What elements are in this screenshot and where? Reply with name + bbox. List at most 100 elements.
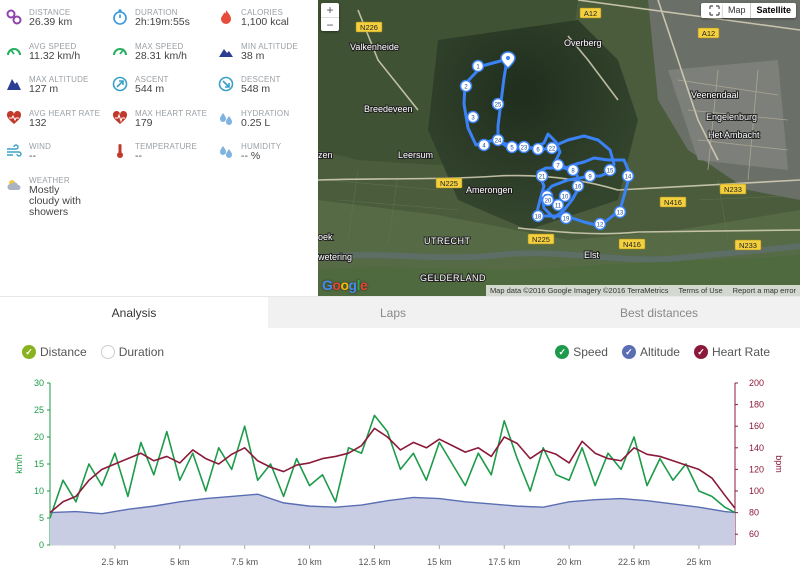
chart-canvas: 0 5 10 15 20 25 30 60 80 100 120 140 160 180 200 km/h bp… [14, 378, 784, 567]
svg-text:N233: N233 [724, 185, 742, 194]
place-label: wetering [318, 252, 352, 262]
route-marker: 21 [535, 169, 549, 183]
stat-value: Mostly cloudy with showers [29, 183, 81, 218]
unchecked-circle-icon [100, 345, 115, 359]
road-tag: N416 [659, 196, 687, 208]
route-map[interactable]: 1234567891011121314151617181920212223242… [318, 0, 800, 296]
stopwatch-icon [112, 9, 128, 25]
stat-min-altitude: MIN ALTITUDE 38 m [212, 34, 318, 68]
stat-descent: DESCENT 548 m [212, 67, 318, 101]
tab-laps[interactable]: Laps [268, 297, 518, 329]
stat-max-altitude: MAX ALTITUDE 127 m [0, 67, 106, 101]
legend-series-speed[interactable]: ✓ Speed [555, 345, 608, 359]
report-map-error-link[interactable]: Report a map error [733, 285, 796, 296]
speedometer-icon [6, 43, 22, 59]
x-tick-label: 20 km [557, 557, 582, 567]
ascent-icon [112, 76, 128, 92]
svg-text:15: 15 [607, 168, 614, 174]
terms-of-use-link[interactable]: Terms of Use [678, 285, 722, 296]
svg-text:18: 18 [535, 214, 542, 220]
stat-value: 28.31 km/h [135, 49, 187, 62]
road-tag: N226 [355, 21, 383, 33]
route-marker: 8 [566, 163, 580, 177]
route-marker: 2 [459, 79, 473, 93]
route-marker: 7 [551, 158, 565, 172]
svg-text:12: 12 [597, 222, 604, 228]
stat-calories: CALORIES 1,100 kcal [212, 0, 318, 34]
legend-series-heart-rate[interactable]: ✓ Heart Rate [693, 345, 770, 359]
y-left-tick-label: 10 [34, 486, 44, 496]
map-type-satellite-button[interactable]: Satellite [750, 3, 796, 18]
stat-value: 38 m [241, 49, 265, 62]
route-marker: 18 [531, 209, 545, 223]
descent-icon [218, 76, 234, 92]
svg-text:N225: N225 [532, 235, 550, 244]
stat-label: TEMPERATURE [135, 142, 198, 151]
legend-series-altitude[interactable]: ✓ Altitude [621, 345, 680, 359]
svg-text:25: 25 [495, 102, 502, 108]
y-right-tick-label: 60 [749, 529, 759, 539]
analysis-chart: 0 5 10 15 20 25 30 60 80 100 120 140 160 180 200 km/h bp… [0, 372, 800, 577]
stats-panel: DISTANCE 26.39 km DURATION 2h:19m:55s CALORI… [0, 0, 318, 296]
distance-icon [6, 9, 22, 25]
road-tag: A12 [579, 7, 602, 19]
map-type-control: Map Satellite [722, 3, 796, 18]
stat-value: 127 m [29, 83, 59, 95]
y-left-tick-label: 20 [34, 432, 44, 442]
svg-text:N225: N225 [440, 179, 458, 188]
x-tick-label: 15 km [427, 557, 452, 567]
svg-text:N226: N226 [360, 23, 378, 32]
legend-toggle-duration[interactable]: Duration [100, 345, 164, 359]
place-label: zen [318, 150, 333, 160]
check-icon: ✓ [22, 345, 36, 359]
map-canvas[interactable]: 1234567891011121314151617181920212223242… [318, 0, 800, 296]
route-marker: 22 [545, 141, 559, 155]
y-right-tick-label: 140 [749, 443, 764, 453]
stat-max-speed: MAX SPEED 28.31 km/h [106, 34, 212, 68]
svg-text:10: 10 [562, 194, 569, 200]
y-left-tick-label: 0 [39, 540, 44, 550]
map-attribution: Map data ©2016 Google Imagery ©2016 Terr… [485, 285, 800, 296]
svg-text:A12: A12 [584, 9, 597, 18]
flame-icon [218, 9, 234, 25]
zoom-in-button[interactable]: + [321, 3, 339, 17]
y-right-tick-label: 200 [749, 378, 764, 388]
x-tick-label: 25 km [687, 557, 712, 567]
svg-text:24: 24 [495, 138, 502, 144]
stat-temperature: TEMPERATURE -- [106, 134, 212, 168]
stat-value: 0.25 L [241, 116, 271, 129]
tab-best-distances[interactable]: Best distances [518, 297, 800, 329]
stat-value: 544 m [135, 83, 165, 95]
series-altitude-area [50, 494, 735, 545]
series-legend: ✓ Speed ✓ Altitude ✓ Heart Rate [555, 343, 778, 361]
svg-text:19: 19 [563, 216, 570, 222]
route-marker: 5 [505, 140, 519, 154]
zoom-out-button[interactable]: − [321, 17, 339, 32]
road-tag: N416 [618, 238, 646, 250]
stat-avg-speed: AVG SPEED 11.32 km/h [0, 34, 106, 68]
stat-value: 548 m [241, 83, 271, 95]
tab-analysis[interactable]: Analysis [0, 297, 268, 329]
y-right-tick-label: 120 [749, 464, 764, 474]
water-drops-icon [218, 110, 234, 126]
analysis-tabs: Analysis Laps Best distances [0, 296, 800, 329]
stat-value: 2h:19m:55s [135, 16, 190, 28]
place-label: Overberg [564, 38, 602, 48]
map-type-map-button[interactable]: Map [723, 3, 751, 18]
route-marker: 24 [491, 133, 505, 147]
route-marker: 12 [593, 217, 607, 231]
place-label: Het Ambacht [708, 130, 760, 140]
road-tag: N233 [719, 183, 747, 195]
svg-text:23: 23 [521, 145, 528, 151]
y-left-tick-label: 15 [34, 459, 44, 469]
x-tick-label: 17.5 km [488, 557, 520, 567]
legend-toggle-distance[interactable]: ✓ Distance [22, 345, 87, 359]
legend-label: Distance [40, 345, 87, 359]
y-right-tick-label: 180 [749, 400, 764, 410]
y-left-tick-label: 25 [34, 405, 44, 415]
route-marker: 11 [551, 198, 565, 212]
svg-text:11: 11 [555, 203, 562, 209]
stat-hydration: HYDRATION 0.25 L [212, 101, 318, 135]
stat-weather: WEATHER Mostly cloudy with showers [0, 168, 106, 217]
place-label: oek [318, 232, 333, 242]
